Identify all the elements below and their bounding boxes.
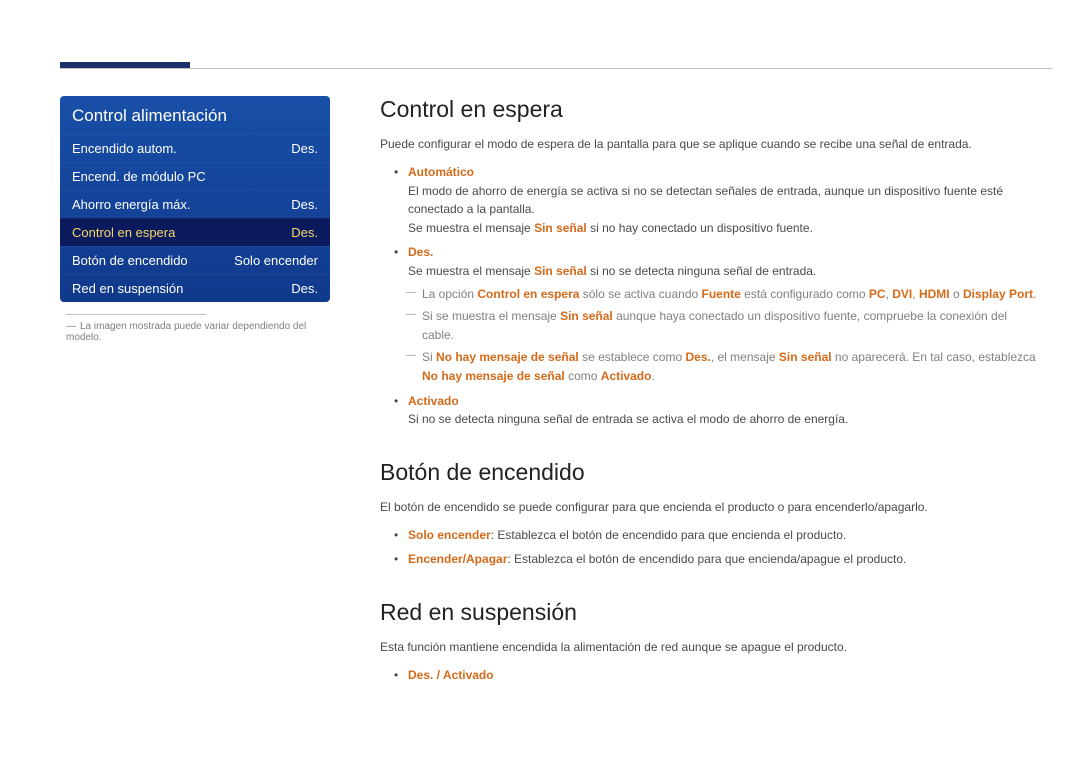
option-text: si no se detecta ninguna señal de entrad… [587, 264, 817, 278]
option-label: Des. [408, 245, 433, 259]
option-encender-apagar: Encender/Apagar: Establezca el botón de … [408, 550, 1040, 569]
highlight-sin-senal: Sin señal [534, 221, 587, 235]
page-top-rule [60, 68, 1052, 69]
osd-item-label: Control en espera [72, 225, 175, 240]
option-label: Solo encender [408, 528, 491, 542]
osd-item-control-en-espera[interactable]: Control en espera Des. [60, 218, 330, 246]
osd-item-value: Des. [291, 281, 318, 296]
osd-item-label: Ahorro energía máx. [72, 197, 191, 212]
osd-item-label: Botón de encendido [72, 253, 188, 268]
section-intro: El botón de encendido se puede configura… [380, 498, 1040, 516]
option-des: Des. Se muestra el mensaje Sin señal si … [408, 243, 1040, 385]
sub-note: La opción Control en espera sólo se acti… [422, 285, 1040, 304]
option-text: : Establezca el botón de encendido para … [507, 552, 906, 566]
osd-menu-title: Control alimentación [60, 96, 330, 134]
sidebar-note-text: La imagen mostrada puede variar dependie… [66, 321, 306, 343]
option-text: si no hay conectado un dispositivo fuent… [587, 221, 813, 235]
option-list: Automático El modo de ahorro de energía … [380, 163, 1040, 429]
option-list: Des. / Activado [380, 666, 1040, 685]
osd-item-ahorro-energia[interactable]: Ahorro energía máx. Des. [60, 190, 330, 218]
osd-item-encend-modulo-pc[interactable]: Encend. de módulo PC [60, 162, 330, 190]
osd-item-label: Encend. de módulo PC [72, 169, 206, 184]
dash-icon: ― [66, 321, 76, 332]
page-body: Control alimentación Encendido autom. De… [60, 60, 1050, 691]
option-text: Si no se detecta ninguna señal de entrad… [408, 412, 848, 426]
osd-item-boton-encendido[interactable]: Botón de encendido Solo encender [60, 246, 330, 274]
option-solo-encender: Solo encender: Establezca el botón de en… [408, 526, 1040, 545]
osd-item-label: Red en suspensión [72, 281, 183, 296]
option-text: El modo de ahorro de energía se activa s… [408, 184, 1003, 217]
section-heading-control-en-espera: Control en espera [380, 96, 1040, 123]
option-text: Se muestra el mensaje [408, 221, 534, 235]
sidebar-note: ―La imagen mostrada puede variar dependi… [66, 321, 330, 343]
sidebar: Control alimentación Encendido autom. De… [60, 96, 330, 691]
osd-item-value: Des. [291, 197, 318, 212]
highlight-sin-senal: Sin señal [534, 264, 587, 278]
option-text: : Establezca el botón de encendido para … [491, 528, 847, 542]
option-automatico: Automático El modo de ahorro de energía … [408, 163, 1040, 237]
option-label: Des. / Activado [408, 668, 494, 682]
osd-item-value: Des. [291, 225, 318, 240]
section-intro: Esta función mantiene encendida la alime… [380, 638, 1040, 656]
option-des-activado: Des. / Activado [408, 666, 1040, 685]
section-intro: Puede configurar el modo de espera de la… [380, 135, 1040, 153]
section-heading-boton-encendido: Botón de encendido [380, 459, 1040, 486]
sub-note: Si No hay mensaje de señal se establece … [422, 348, 1040, 385]
osd-item-value: Solo encender [234, 253, 318, 268]
osd-item-red-en-suspension[interactable]: Red en suspensión Des. [60, 274, 330, 302]
sub-note-list: La opción Control en espera sólo se acti… [408, 285, 1040, 386]
section-heading-red-en-suspension: Red en suspensión [380, 599, 1040, 626]
osd-item-value: Des. [291, 141, 318, 156]
sidebar-underline [66, 314, 206, 315]
option-label: Encender/Apagar [408, 552, 507, 566]
option-label: Automático [408, 165, 474, 179]
option-list: Solo encender: Establezca el botón de en… [380, 526, 1040, 569]
sub-note: Si se muestra el mensaje Sin señal aunqu… [422, 307, 1040, 344]
osd-item-label: Encendido autom. [72, 141, 177, 156]
osd-item-encendido-autom[interactable]: Encendido autom. Des. [60, 134, 330, 162]
main-content: Control en espera Puede configurar el mo… [380, 96, 1050, 691]
option-label: Activado [408, 394, 459, 408]
option-activado: Activado Si no se detecta ninguna señal … [408, 392, 1040, 429]
osd-menu: Control alimentación Encendido autom. De… [60, 96, 330, 302]
option-text: Se muestra el mensaje [408, 264, 534, 278]
